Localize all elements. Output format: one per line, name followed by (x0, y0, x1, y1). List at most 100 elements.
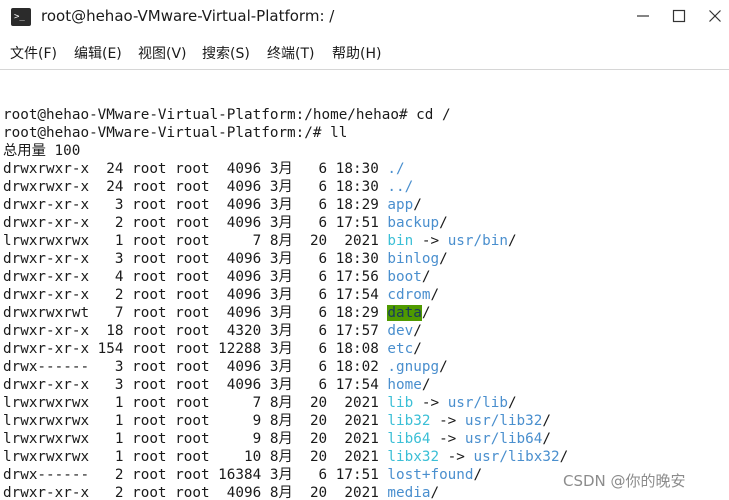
path-slash: / (542, 413, 551, 429)
file-meta: drwxr-xr-x 18 root root 4320 3月 6 17:57 (3, 323, 388, 339)
file-name: ../ (387, 179, 414, 195)
title-bar: >_ root@hehao-VMware-Virtual-Platform: / (0, 0, 729, 34)
menu-edit[interactable]: 编辑(E) (74, 43, 122, 63)
minimize-icon (637, 15, 649, 17)
listing-row: drwxr-xr-x 3 root root 4096 3月 6 18:30 b… (3, 250, 448, 268)
path-slash: / (542, 431, 551, 447)
command-line-cd: root@hehao-VMware-Virtual-Platform:/home… (3, 107, 451, 123)
path-slash: / (507, 395, 517, 411)
close-button[interactable] (700, 3, 729, 29)
listing-row: drwxr-xr-x 2 root root 4096 3月 6 17:54 c… (3, 286, 439, 304)
link-arrow: -> (413, 395, 448, 411)
maximize-icon (672, 9, 686, 23)
listing-row: drwxr-xr-x 18 root root 4320 3月 6 17:57 … (3, 322, 422, 340)
file-name: libx32 (387, 449, 440, 465)
file-name: lib (387, 395, 414, 411)
link-target: usr/lib64 (464, 431, 543, 447)
file-meta: drwxr-xr-x 3 root root 4096 3月 6 18:30 (3, 251, 388, 267)
path-slash: / (439, 359, 448, 375)
listing-row: drwxr-xr-x 3 root root 4096 3月 6 18:29 a… (3, 196, 422, 214)
link-target: usr/lib (447, 395, 508, 411)
listing-row: drwxrwxrwt 7 root root 4096 3月 6 18:29 d… (3, 304, 430, 322)
file-meta: drwxr-xr-x 2 root root 4096 8月 20 2021 (3, 485, 388, 500)
file-meta: drwxr-xr-x 3 root root 4096 3月 6 18:29 (3, 197, 388, 213)
menu-help[interactable]: 帮助(H) (332, 43, 381, 63)
listing-row: drwxr-xr-x 2 root root 4096 3月 6 17:51 b… (3, 214, 448, 232)
command-line-ll: root@hehao-VMware-Virtual-Platform:/# ll (3, 125, 348, 141)
file-meta: drwxrwxrwt 7 root root 4096 3月 6 18:29 (3, 305, 388, 321)
path-slash: / (421, 269, 431, 285)
file-name: dev (387, 323, 414, 339)
close-icon (709, 10, 721, 22)
path-slash: / (413, 341, 422, 357)
file-meta: drwx------ 3 root root 4096 3月 6 18:02 (3, 359, 388, 375)
file-name: binlog (387, 251, 440, 267)
path-slash: / (430, 485, 440, 500)
path-slash: / (507, 233, 517, 249)
file-meta: lrwxrwxrwx 1 root root 7 8月 20 2021 (3, 233, 388, 249)
file-meta: lrwxrwxrwx 1 root root 9 8月 20 2021 (3, 431, 388, 447)
file-meta: drwx------ 2 root root 16384 3月 6 17:51 (3, 467, 388, 483)
listing-row: lrwxrwxrwx 1 root root 9 8月 20 2021 lib3… (3, 412, 551, 430)
link-arrow: -> (413, 233, 448, 249)
path-slash: / (421, 377, 431, 393)
listing-row: lrwxrwxrwx 1 root root 9 8月 20 2021 lib6… (3, 430, 551, 448)
path-slash: / (439, 251, 448, 267)
file-meta: drwxr-xr-x 154 root root 12288 3月 6 18:0… (3, 341, 388, 357)
listing-row: drwxr-xr-x 4 root root 4096 3月 6 17:56 b… (3, 268, 430, 286)
file-name: lib64 (387, 431, 431, 447)
listing-row: drwxrwxr-x 24 root root 4096 3月 6 18:30 … (3, 178, 413, 196)
listing-row: drwxr-xr-x 3 root root 4096 3月 6 17:54 h… (3, 376, 430, 394)
listing-row: drwx------ 2 root root 16384 3月 6 17:51 … (3, 466, 482, 484)
file-name: boot (387, 269, 422, 285)
file-name: bin (387, 233, 414, 249)
file-name: app (387, 197, 414, 213)
menu-file[interactable]: 文件(F) (10, 43, 57, 63)
minimize-button[interactable] (628, 3, 658, 29)
file-meta: drwxrwxr-x 24 root root 4096 3月 6 18:30 (3, 179, 388, 195)
link-arrow: -> (430, 431, 465, 447)
listing-row: lrwxrwxrwx 1 root root 7 8月 20 2021 lib … (3, 394, 517, 412)
file-meta: lrwxrwxrwx 1 root root 9 8月 20 2021 (3, 413, 388, 429)
menu-view[interactable]: 视图(V) (138, 43, 187, 63)
file-name: media (387, 485, 431, 500)
link-arrow: -> (430, 413, 465, 429)
listing-row: lrwxrwxrwx 1 root root 7 8月 20 2021 bin … (3, 232, 517, 250)
window-title: root@hehao-VMware-Virtual-Platform: / (41, 7, 335, 25)
file-name: .gnupg (387, 359, 440, 375)
path-slash: / (421, 305, 431, 321)
file-meta: lrwxrwxrwx 1 root root 10 8月 20 2021 (3, 449, 388, 465)
file-name: data (387, 305, 422, 321)
link-target: usr/libx32 (473, 449, 560, 465)
terminal-icon: >_ (11, 8, 31, 26)
path-slash: / (439, 215, 448, 231)
path-slash: / (559, 449, 569, 465)
path-slash: / (413, 197, 422, 213)
menu-bar: 文件(F) 编辑(E) 视图(V) 搜索(S) 终端(T) 帮助(H) (0, 34, 729, 70)
file-meta: drwxr-xr-x 2 root root 4096 3月 6 17:54 (3, 287, 388, 303)
file-name: lib32 (387, 413, 431, 429)
path-slash: / (413, 323, 422, 339)
listing-row: drwxrwxr-x 24 root root 4096 3月 6 18:30 … (3, 160, 405, 178)
file-meta: drwxr-xr-x 2 root root 4096 3月 6 17:51 (3, 215, 388, 231)
menu-search[interactable]: 搜索(S) (202, 43, 250, 63)
terminal-output[interactable]: root@hehao-VMware-Virtual-Platform:/home… (0, 71, 729, 500)
file-meta: drwxr-xr-x 4 root root 4096 3月 6 17:56 (3, 269, 388, 285)
file-meta: drwxrwxr-x 24 root root 4096 3月 6 18:30 (3, 161, 388, 177)
file-name: etc (387, 341, 414, 357)
file-meta: drwxr-xr-x 3 root root 4096 3月 6 17:54 (3, 377, 388, 393)
listing-row: drwxr-xr-x 2 root root 4096 8月 20 2021 m… (3, 484, 439, 500)
file-name: home (387, 377, 422, 393)
maximize-button[interactable] (664, 3, 694, 29)
menu-terminal[interactable]: 终端(T) (267, 43, 314, 63)
file-name: cdrom (387, 287, 431, 303)
listing-row: drwx------ 3 root root 4096 3月 6 18:02 .… (3, 358, 448, 376)
file-name: lost+found (387, 467, 474, 483)
listing-row: lrwxrwxrwx 1 root root 10 8月 20 2021 lib… (3, 448, 568, 466)
listing-row: drwxr-xr-x 154 root root 12288 3月 6 18:0… (3, 340, 422, 358)
watermark: CSDN @你的晚安 (563, 472, 686, 490)
path-slash: / (473, 467, 483, 483)
total-line: 总用量 100 (3, 143, 81, 159)
file-name: ./ (387, 161, 405, 177)
link-target: usr/lib32 (464, 413, 543, 429)
